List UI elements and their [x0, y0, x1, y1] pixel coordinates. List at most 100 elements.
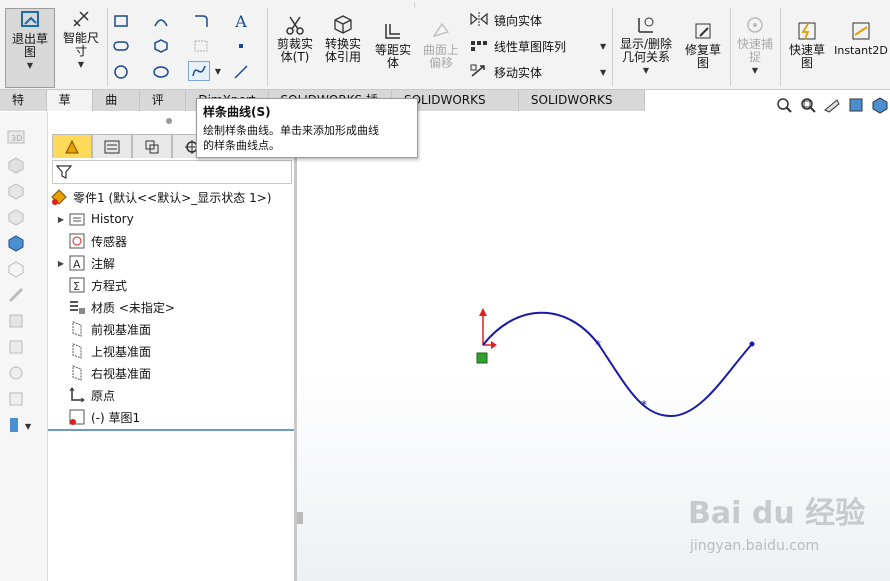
expand-arrow-icon[interactable]: ▶: [54, 215, 68, 224]
divider: [107, 8, 108, 86]
rectangle-tool[interactable]: [110, 11, 132, 31]
tree-label: 前视基准面: [91, 322, 152, 337]
tree-item-origin[interactable]: 原点: [54, 386, 115, 404]
render-icon[interactable]: [7, 312, 25, 330]
tab-configuration-manager[interactable]: [132, 134, 172, 158]
smart-dimension-icon: [70, 8, 92, 30]
tab-features[interactable]: 特征: [0, 90, 47, 127]
text-tool[interactable]: A: [230, 11, 252, 31]
arc-tool[interactable]: [150, 11, 172, 31]
solid-cube-icon[interactable]: [7, 234, 25, 252]
mirror-entities-button[interactable]: 镜向实体: [470, 12, 542, 29]
chevron-down-icon[interactable]: ▼: [27, 59, 33, 72]
panel-grip[interactable]: [166, 118, 172, 124]
divider: [780, 8, 781, 86]
spline-endpoint[interactable]: [749, 341, 755, 347]
line-tool[interactable]: [230, 62, 252, 82]
tree-label: 材质 <未指定>: [91, 300, 175, 315]
convert-entities-button[interactable]: 转换实体引用: [320, 14, 366, 64]
scene-icon[interactable]: [7, 390, 25, 408]
filter-icon[interactable]: [55, 164, 73, 183]
tree-item-annotations[interactable]: ▶ A 注解: [54, 254, 115, 272]
appearance-icon[interactable]: [7, 364, 25, 382]
assembly-icon[interactable]: [7, 182, 25, 200]
exit-sketch-button[interactable]: 退出草图 ▼: [5, 8, 55, 88]
collapse-handle[interactable]: [297, 512, 303, 524]
tree-label: 原点: [91, 388, 116, 403]
plane-tool[interactable]: [190, 36, 212, 56]
relations-icon: [635, 14, 657, 36]
section-icon[interactable]: [7, 286, 25, 304]
expand-arrow-icon[interactable]: ▶: [54, 259, 68, 268]
surface-offset-label: 曲面上偏移: [422, 43, 459, 70]
tree-item-front-plane[interactable]: 前视基准面: [54, 320, 151, 338]
offset-entities-button[interactable]: 等距实体: [370, 20, 416, 70]
cube-icon: [332, 14, 354, 36]
section-view-icon[interactable]: [847, 96, 865, 114]
spline-dropdown[interactable]: ▼: [212, 61, 224, 81]
tree-item-material[interactable]: 材质 <未指定>: [54, 298, 175, 316]
chevron-down-icon[interactable]: ▼: [600, 68, 606, 77]
tree-label: 方程式: [91, 278, 128, 293]
instant2d-button[interactable]: Instant2D: [834, 20, 888, 57]
chevron-down-icon[interactable]: ▼: [643, 64, 649, 77]
previous-view-icon[interactable]: [823, 96, 841, 114]
smart-dimension-label: 智能尺寸: [62, 31, 99, 58]
tree-label: 右视基准面: [91, 366, 152, 381]
tab-surfaces[interactable]: 曲面: [93, 90, 140, 127]
polygon-tool[interactable]: [150, 36, 172, 56]
spline-point[interactable]: *: [641, 398, 647, 412]
drawing-icon[interactable]: [7, 208, 25, 226]
linear-pattern-button[interactable]: 线性草图阵列 ▼: [470, 38, 606, 55]
tree-item-top-plane[interactable]: 上视基准面: [54, 342, 151, 360]
convert-label: 转换实体引用: [324, 37, 361, 64]
tab-feature-tree[interactable]: [52, 134, 92, 158]
repair-sketch-button[interactable]: 修复草图: [680, 20, 726, 70]
circle-tool[interactable]: [110, 62, 132, 82]
display-icon[interactable]: [7, 338, 25, 356]
tab-sketch[interactable]: 草图: [46, 90, 94, 127]
tab-property-manager[interactable]: [92, 134, 132, 158]
filter-bar[interactable]: [52, 160, 292, 184]
spline-tool[interactable]: [188, 61, 210, 81]
tree-item-equations[interactable]: Σ 方程式: [54, 276, 127, 294]
tooltip-line-1: 绘制样条曲线。单击来添加形成曲线: [203, 124, 379, 137]
tree-item-sketch1[interactable]: (-) 草图1: [54, 408, 140, 426]
part-icon[interactable]: [7, 156, 25, 174]
tab-evaluate[interactable]: 评估: [139, 90, 187, 127]
wrench-icon: [692, 20, 714, 42]
zoom-to-fit-icon[interactable]: [775, 96, 793, 114]
tree-item-history[interactable]: ▶ History: [54, 210, 134, 228]
wireframe-icon[interactable]: [7, 260, 25, 278]
rapid-sketch-button[interactable]: 快速草图: [784, 20, 830, 70]
tree-item-sensors[interactable]: 传感器: [54, 232, 127, 250]
view-toolbar: 3D ▼: [0, 112, 48, 581]
watermark-logo: Bai du 经验: [688, 496, 866, 531]
zoom-area-icon[interactable]: [799, 96, 817, 114]
display-delete-relations-button[interactable]: 显示/删除几何关系 ▼: [616, 14, 676, 77]
move-entities-button[interactable]: 移动实体 ▼: [470, 64, 606, 81]
tree-item-right-plane[interactable]: 右视基准面: [54, 364, 151, 382]
spline-curve[interactable]: [482, 311, 753, 418]
chevron-down-icon[interactable]: ▼: [78, 58, 84, 71]
tree-root-part[interactable]: 零件1 (默认<<默认>_显示状态 1>): [50, 188, 271, 206]
ellipse-tool[interactable]: [150, 62, 172, 82]
mirror-icon: [470, 12, 488, 29]
chevron-down-icon[interactable]: ▼: [752, 64, 758, 77]
offset-on-surface-button[interactable]: 曲面上偏移: [418, 20, 464, 70]
3d-sketch-icon[interactable]: 3D: [7, 128, 25, 146]
spline-point[interactable]: *: [595, 338, 601, 352]
tree-label: History: [91, 212, 134, 226]
smart-dimension-button[interactable]: 智能尺寸 ▼: [58, 8, 104, 71]
slot-tool[interactable]: [110, 36, 132, 56]
quick-snaps-button[interactable]: 快速捕捉 ▼: [732, 14, 778, 77]
rollback-bar[interactable]: [48, 429, 295, 431]
instant2d-icon: [850, 20, 872, 42]
view-orientation-icon[interactable]: [871, 96, 889, 114]
tab-cam[interactable]: SOLIDWORKS CAM: [518, 90, 645, 127]
trim-entities-button[interactable]: 剪裁实体(T): [272, 14, 318, 64]
view-settings-icon[interactable]: ▼: [7, 416, 32, 434]
fillet-tool[interactable]: [190, 11, 212, 31]
chevron-down-icon[interactable]: ▼: [600, 42, 606, 51]
point-tool[interactable]: [230, 36, 252, 56]
